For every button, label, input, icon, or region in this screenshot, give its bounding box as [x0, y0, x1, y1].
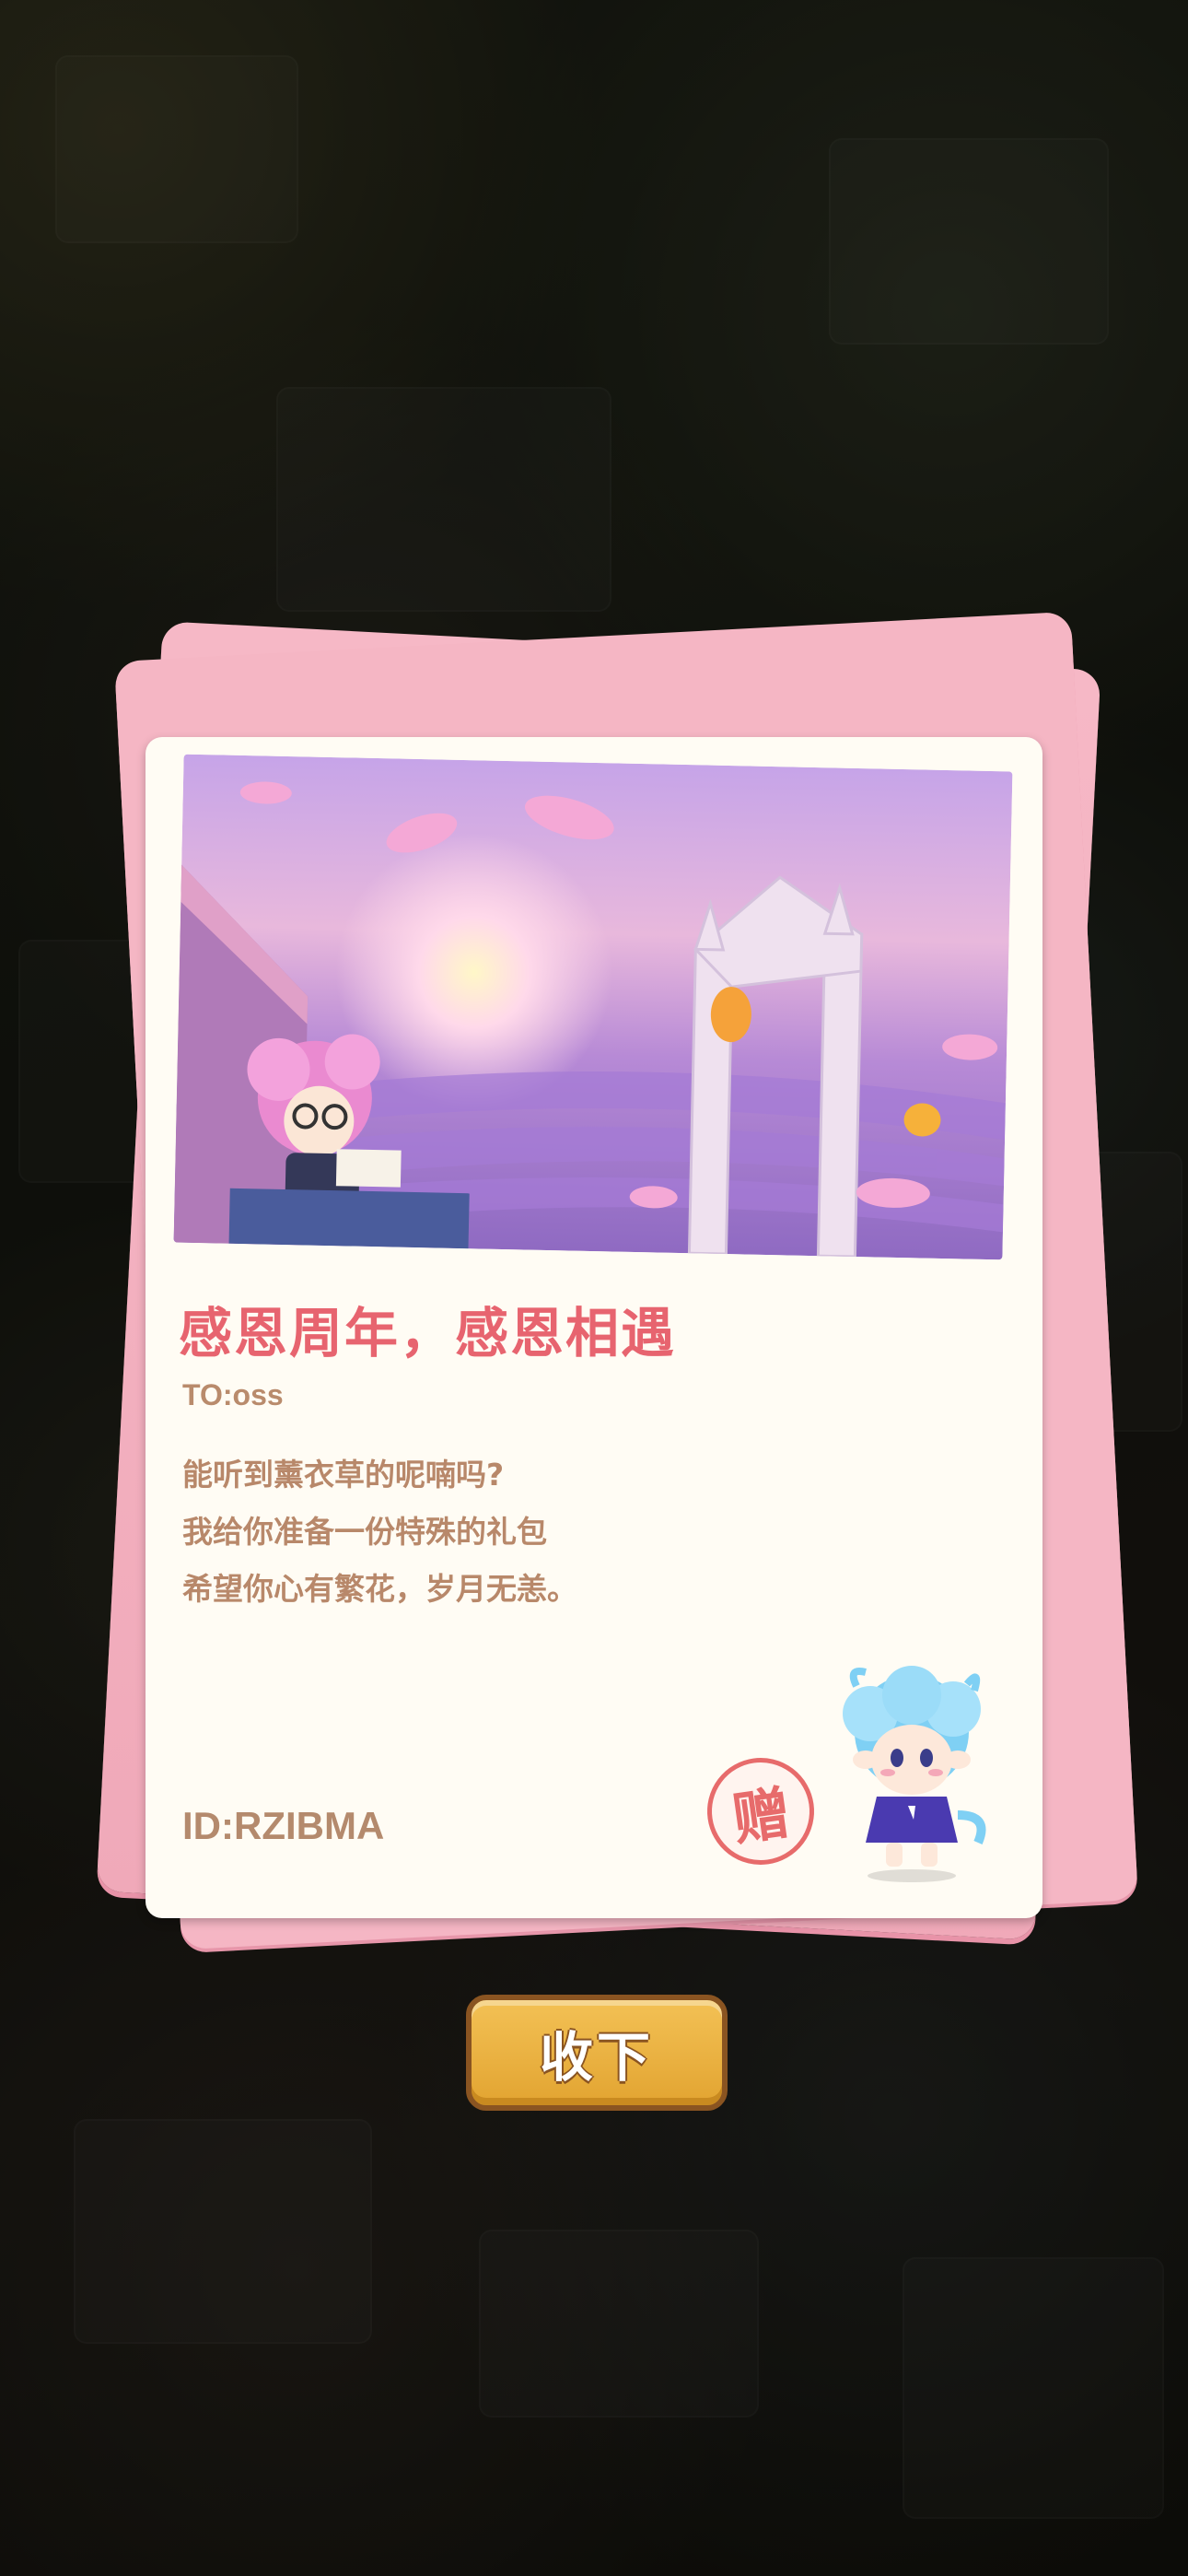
letter-card: 感恩周年，感恩相遇 TO:oss 能听到薰衣草的呢喃吗? 我给你准备一份特殊的礼…: [146, 737, 1042, 1918]
accept-button-label: 收下: [539, 2026, 654, 2089]
letter-title: 感恩周年，感恩相遇: [179, 1302, 677, 1364]
message-line: 能听到薰衣草的呢喃吗?: [182, 1457, 505, 1493]
letter-message: 能听到薰衣草的呢喃吗? 我给你准备一份特殊的礼包 希望你心有繁花，岁月无恙。: [182, 1446, 577, 1618]
message-line: 我给你准备一份特殊的礼包: [182, 1514, 547, 1550]
anniversary-illustration: [173, 754, 1013, 1260]
accept-button[interactable]: 收下: [466, 1995, 728, 2111]
message-line: 希望你心有繁花，岁月无恙。: [182, 1571, 577, 1607]
sender-id: ID:RZIBMA: [182, 1804, 385, 1847]
stamp-text: 赠: [728, 1778, 795, 1854]
recipient-label: TO:oss: [182, 1378, 284, 1411]
mascot-character-icon: [820, 1658, 1004, 1889]
gift-stamp: 赠: [700, 1751, 821, 1872]
gift-letter-screen: 感恩周年，感恩相遇 TO:oss 能听到薰衣草的呢喃吗? 我给你准备一份特殊的礼…: [0, 0, 1188, 2576]
